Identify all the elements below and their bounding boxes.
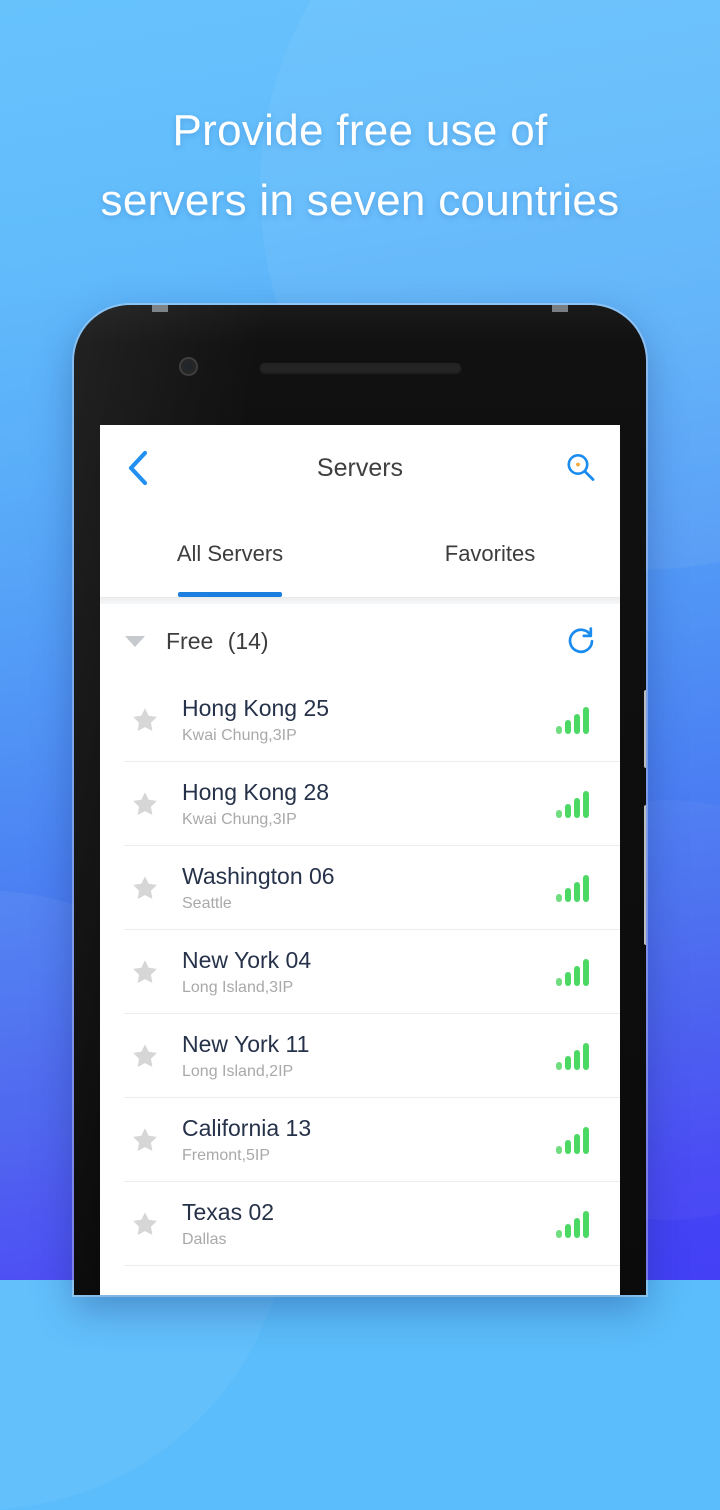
app-screen: Servers All Servers Favorites Free (14) … [100,425,620,1295]
server-row[interactable]: Texas 02 Dallas [100,1182,620,1266]
server-text: California 13 Fremont,5IP [182,1113,546,1168]
tab-all-servers[interactable]: All Servers [100,511,360,597]
front-camera-icon [179,357,198,376]
signal-strength-icon [546,706,598,734]
star-icon [133,876,157,899]
server-row[interactable]: New York 11 Long Island,2IP [100,1014,620,1098]
tab-all-servers-label: All Servers [176,541,284,566]
server-location: Kwai Chung,3IP [182,726,297,744]
group-header-free: Free (14) [100,604,620,678]
back-button[interactable] [114,445,160,491]
promo-headline: Provide free use of servers in seven cou… [0,96,720,236]
server-text: Texas 02 Dallas [182,1197,546,1252]
group-collapse-toggle[interactable] [122,635,148,647]
page-title: Servers [316,453,404,482]
server-name: New York 04 [182,946,312,973]
favorite-star-button[interactable] [124,705,166,735]
server-location: Long Island,3IP [182,978,294,996]
server-text: New York 04 Long Island,3IP [182,945,546,1000]
search-icon [567,454,595,481]
signal-strength-icon [546,790,598,818]
triangle-down-icon [125,635,145,647]
server-text: New York 11 Long Island,2IP [182,1029,546,1084]
signal-strength-icon [546,874,598,902]
tab-favorites-label: Favorites [444,541,536,566]
star-icon [133,792,157,815]
server-name: Hong Kong 28 [182,778,330,805]
signal-strength-icon [546,958,598,986]
server-row[interactable]: New York 04 Long Island,3IP [100,930,620,1014]
signal-strength-icon [546,1042,598,1070]
headline-line-1: Provide free use of [172,106,548,155]
headline-line-2: servers in seven countries [100,176,620,225]
volume-up-button[interactable] [644,690,646,768]
server-row[interactable]: Hong Kong 25 Kwai Chung,3IP [100,678,620,762]
tab-bar: All Servers Favorites [100,511,620,597]
group-count: (14) [227,627,269,654]
group-title-label: Free [166,627,214,654]
refresh-icon [568,627,594,654]
phone-mockup: Servers All Servers Favorites Free (14) … [74,305,646,1295]
server-name: California 13 [182,1114,312,1141]
star-icon [133,1128,157,1151]
server-list: Hong Kong 25 Kwai Chung,3IP Hong Kong 28 Kw… [100,678,620,1266]
volume-down-button[interactable] [644,805,646,945]
server-location: Long Island,2IP [182,1062,294,1080]
star-icon [133,960,157,983]
server-location: Seattle [182,894,232,912]
server-row[interactable]: California 13 Fremont,5IP [100,1098,620,1182]
chevron-left-icon [128,450,148,486]
server-row[interactable]: Hong Kong 28 Kwai Chung,3IP [100,762,620,846]
server-row[interactable]: Washington 06 Seattle [100,846,620,930]
server-name: Texas 02 [182,1198,275,1225]
favorite-star-button[interactable] [124,873,166,903]
server-location: Dallas [182,1230,227,1248]
favorite-star-button[interactable] [124,1125,166,1155]
star-icon [133,1212,157,1235]
search-button[interactable] [558,445,604,491]
group-title: Free (14) [166,628,269,655]
server-text: Hong Kong 28 Kwai Chung,3IP [182,777,546,832]
favorite-star-button[interactable] [124,1041,166,1071]
server-text: Washington 06 Seattle [182,861,546,916]
server-location: Kwai Chung,3IP [182,810,297,828]
star-icon [133,1044,157,1067]
favorite-star-button[interactable] [124,1209,166,1239]
server-text: Hong Kong 25 Kwai Chung,3IP [182,693,546,748]
server-name: Hong Kong 25 [182,694,330,721]
favorite-star-button[interactable] [124,957,166,987]
star-icon [133,708,157,731]
server-name: Washington 06 [182,862,335,889]
server-name: New York 11 [182,1030,310,1057]
signal-strength-icon [546,1126,598,1154]
tab-favorites[interactable]: Favorites [360,511,620,597]
signal-strength-icon [546,1210,598,1238]
refresh-button[interactable] [558,618,604,664]
phone-top-antenna-right [552,305,568,312]
earpiece-speaker [259,361,462,373]
app-navbar: Servers [100,425,620,511]
phone-top-antenna-left [152,305,168,312]
server-location: Fremont,5IP [182,1146,271,1164]
favorite-star-button[interactable] [124,789,166,819]
tab-active-underline [178,592,282,597]
